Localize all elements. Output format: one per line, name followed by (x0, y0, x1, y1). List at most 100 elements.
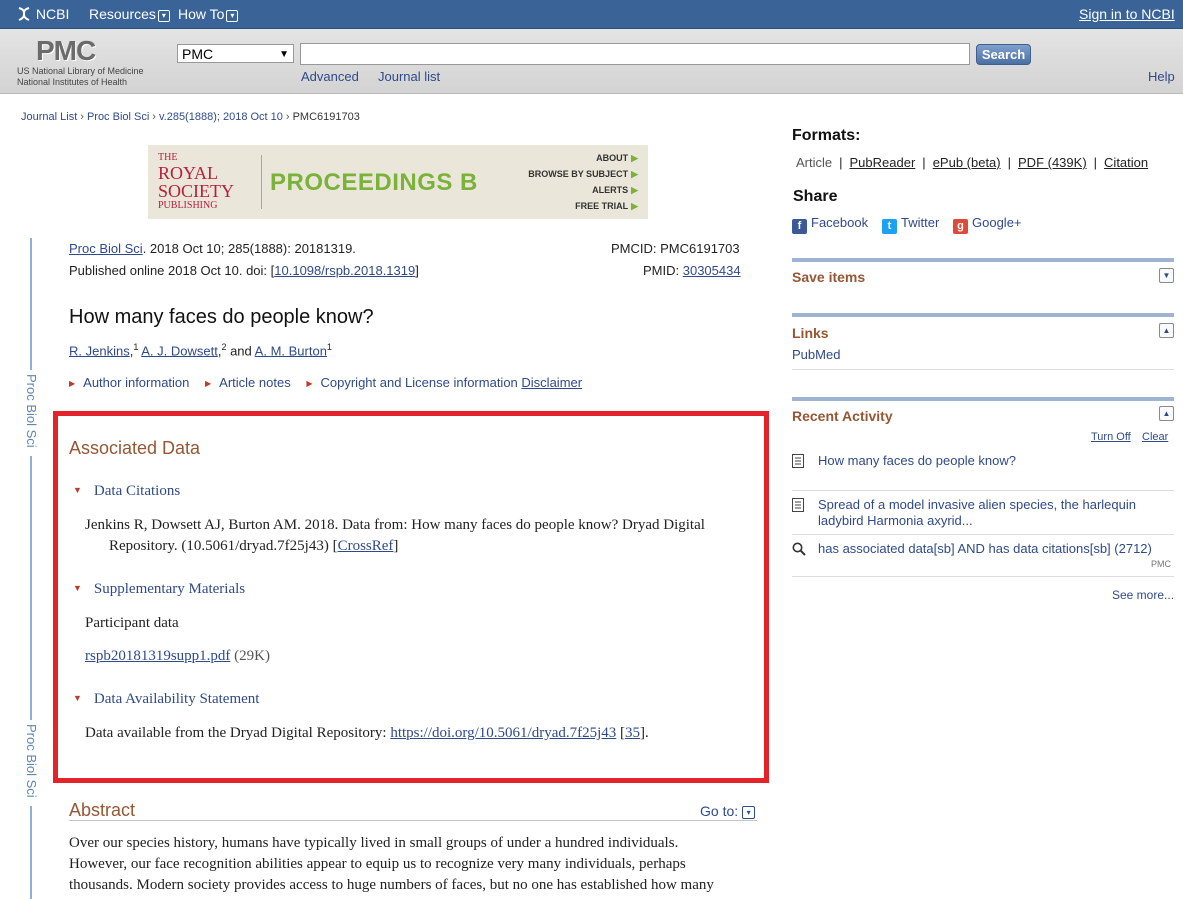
database-select[interactable]: PMC ▼ (177, 44, 294, 63)
rail-line (30, 806, 32, 899)
banner-about-link[interactable]: ABOUT ▶ (596, 153, 638, 164)
author-link[interactable]: A. J. Dowsett (141, 343, 218, 358)
article-notes-toggle[interactable]: Article notes (219, 375, 291, 390)
dryad-url-link[interactable]: https://doi.org/10.5061/dryad.7f25j43 (390, 725, 616, 741)
search-button[interactable]: Search (976, 44, 1031, 65)
share-twitter[interactable]: t Twitter (882, 215, 939, 234)
expand-arrow-icon: ▶ (306, 379, 313, 388)
rail-line (30, 238, 32, 370)
howto-label: How To (178, 6, 225, 22)
participant-data-label: Participant data (85, 615, 179, 631)
breadcrumb: Journal List › Proc Biol Sci › v.285(1888); … (21, 111, 360, 123)
disclaimer-link[interactable]: Disclaimer (521, 375, 582, 390)
citation-line: Proc Biol Sci. 2018 Oct 10; 285(1888): 2… (69, 241, 356, 256)
chevron-down-icon: ▾ (226, 10, 239, 22)
play-arrow-icon: ▶ (631, 185, 638, 195)
search-input[interactable] (300, 43, 970, 65)
doi-link[interactable]: 10.1098/rspb.2018.1319 (274, 263, 415, 278)
author-affiliation[interactable]: 1 (327, 342, 332, 352)
format-pdf-link[interactable]: PDF (439K) (1018, 155, 1087, 170)
banner-about-label: ABOUT (596, 153, 629, 163)
data-availability-toggle[interactable]: ▼ Data Availability Statement (73, 691, 259, 708)
sign-in-link[interactable]: Sign in to NCBI (1079, 6, 1175, 22)
banner-browse-link[interactable]: BROWSE BY SUBJECT ▶ (528, 169, 638, 180)
see-more-link[interactable]: See more... (1112, 588, 1174, 602)
format-pubreader-link[interactable]: PubReader (850, 155, 916, 170)
banner-free-trial-link[interactable]: FREE TRIAL ▶ (575, 201, 638, 212)
published-text: Published online 2018 Oct 10. doi: [ (69, 263, 275, 278)
banner-browse-label: BROWSE BY SUBJECT (528, 169, 629, 179)
pmc-header: PMC US National Library of Medicine Nati… (0, 29, 1183, 94)
ref-open: [ (616, 725, 626, 741)
play-arrow-icon: ▶ (631, 153, 638, 163)
resources-menu[interactable]: Resources ▾ (89, 6, 170, 22)
availability-statement: Data available from the Dryad Digital Re… (85, 725, 391, 741)
author-link[interactable]: R. Jenkins (69, 343, 130, 358)
collapse-icon[interactable]: ▲ (1159, 323, 1174, 338)
play-arrow-icon: ▶ (631, 169, 638, 179)
rail-journal-label[interactable]: Proc Biol Sci (24, 374, 39, 448)
crossref-link[interactable]: CrossRef (338, 538, 394, 554)
file-size: (29K) (230, 648, 270, 664)
pubmed-link[interactable]: PubMed (792, 347, 840, 362)
author-affiliation[interactable]: 1 (133, 342, 138, 352)
recent-activity-heading[interactable]: Recent Activity (792, 408, 893, 424)
pmc-logo[interactable]: PMC (36, 35, 96, 67)
ncbi-logo[interactable]: NCBI (16, 6, 69, 22)
breadcrumb-separator: › (152, 111, 156, 123)
author-link[interactable]: A. M. Burton (255, 343, 327, 358)
help-link[interactable]: Help (1148, 69, 1175, 84)
portlet-divider (792, 258, 1174, 262)
search-icon (792, 542, 806, 556)
expand-icon[interactable]: ▼ (1159, 268, 1174, 283)
supplementary-pdf-link[interactable]: rspb20181319supp1.pdf (85, 648, 230, 664)
recent-search-link[interactable]: has associated data[sb] AND has data cit… (818, 541, 1152, 557)
copyright-toggle[interactable]: Copyright and License information (321, 375, 518, 390)
rail-journal-label[interactable]: Proc Biol Sci (24, 724, 39, 798)
goto-menu[interactable]: Go to: ▾ (700, 803, 756, 819)
recent-item-link[interactable]: Spread of a model invasive alien species… (818, 497, 1136, 529)
journal-banner[interactable]: THE ROYAL SOCIETY PUBLISHING PROCEEDINGS… (148, 145, 648, 219)
crossref-close: ] (393, 538, 399, 554)
save-items-heading[interactable]: Save items (792, 269, 865, 285)
author-information-toggle[interactable]: Author information (83, 375, 189, 390)
share-heading: Share (793, 188, 838, 205)
banner-alerts-link[interactable]: ALERTS ▶ (592, 185, 638, 196)
share-google-label: Google+ (972, 215, 1022, 230)
format-citation-link[interactable]: Citation (1104, 155, 1148, 170)
data-citations-toggle[interactable]: ▼ Data Citations (73, 483, 180, 500)
reference-link[interactable]: 35 (625, 725, 640, 741)
banner-society: SOCIETY (158, 181, 234, 201)
collapse-arrow-icon: ▼ (73, 485, 82, 495)
article-title: How many faces do people know? (69, 306, 374, 328)
share-google-plus[interactable]: g Google+ (953, 215, 1022, 234)
recent-item-link[interactable]: How many faces do people know? (818, 453, 1016, 469)
banner-proceedings-b: PROCEEDINGS B (270, 169, 478, 196)
banner-alerts-label: ALERTS (592, 185, 629, 195)
links-heading[interactable]: Links (792, 325, 829, 341)
journal-link[interactable]: Proc Biol Sci (69, 241, 143, 256)
journal-list-link[interactable]: Journal list (378, 69, 440, 84)
supplementary-heading: Supplementary Materials (93, 581, 246, 597)
pmid-label: PMID: (643, 263, 683, 278)
rail-line (30, 456, 32, 720)
banner-the: THE (158, 152, 178, 163)
pmid-link[interactable]: 30305434 (683, 263, 741, 278)
collapse-arrow-icon: ▼ (73, 693, 82, 703)
format-epub-link[interactable]: ePub (beta) (933, 155, 1001, 170)
collapse-icon[interactable]: ▲ (1159, 406, 1174, 421)
howto-menu[interactable]: How To ▾ (178, 6, 239, 22)
author-and: and (226, 343, 255, 359)
turn-off-link[interactable]: Turn Off (1091, 431, 1131, 443)
facebook-icon: f (792, 219, 807, 234)
share-facebook[interactable]: f Facebook (792, 215, 868, 234)
breadcrumb-journal[interactable]: Proc Biol Sci (87, 111, 149, 123)
breadcrumb-issue[interactable]: v.285(1888); 2018 Oct 10 (159, 111, 283, 123)
divider (792, 576, 1174, 577)
chevron-down-icon: ▾ (157, 10, 170, 22)
supplementary-materials-toggle[interactable]: ▼ Supplementary Materials (73, 581, 245, 598)
breadcrumb-journal-list[interactable]: Journal List (21, 111, 77, 123)
advanced-search-link[interactable]: Advanced (301, 69, 359, 84)
clear-link[interactable]: Clear (1142, 431, 1168, 443)
abstract-line: Over our species history, humans have ty… (69, 835, 679, 851)
